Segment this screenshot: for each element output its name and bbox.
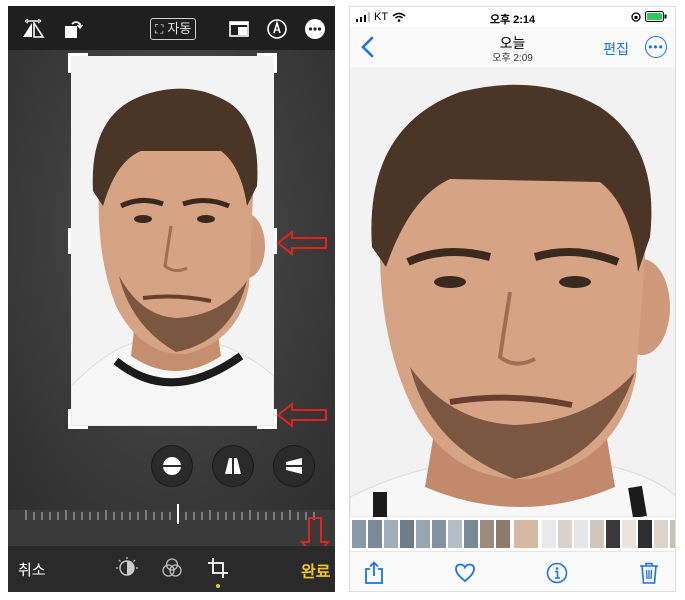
battery-indicator: [631, 11, 667, 22]
thumbnail[interactable]: [448, 520, 462, 548]
heart-icon[interactable]: [453, 561, 477, 585]
thumbnail[interactable]: [384, 520, 398, 548]
photo-editor-panel: ⛶ 자동 취소 완료: [8, 6, 335, 592]
thumbnail[interactable]: [606, 520, 620, 548]
annotation-arrow-left-icon: [276, 230, 327, 256]
horizontal-perspective-button[interactable]: [274, 446, 314, 486]
flip-icon[interactable]: [20, 16, 46, 42]
thumbnail[interactable]: [622, 520, 636, 548]
crop-handle-bottom-left-v[interactable]: [68, 409, 71, 429]
aspect-ratio-icon[interactable]: [226, 16, 252, 42]
thumbnail[interactable]: [654, 520, 668, 548]
auto-crop-button[interactable]: ⛶ 자동: [150, 18, 197, 40]
rotate-icon[interactable]: [60, 16, 86, 42]
thumbnail[interactable]: [400, 520, 414, 548]
markup-icon[interactable]: [264, 16, 290, 42]
rotation-dial[interactable]: [24, 500, 320, 526]
crop-handle-top-right-v[interactable]: [274, 53, 277, 73]
thumbnail[interactable]: [464, 520, 478, 548]
straighten-icon: [162, 457, 182, 475]
vertical-perspective-button[interactable]: [213, 446, 253, 486]
thumbnail[interactable]: [638, 520, 652, 548]
auto-crop-icon: ⛶: [155, 22, 164, 36]
thumbnail[interactable]: [670, 520, 675, 548]
thumbnail[interactable]: [590, 520, 604, 548]
crop-preview-image[interactable]: [71, 56, 274, 426]
annotation-arrow-left-icon: [276, 402, 327, 428]
thumbnail[interactable]: [542, 520, 556, 548]
thumbnail[interactable]: [496, 520, 510, 548]
crop-handle-top-left-v[interactable]: [68, 53, 71, 73]
thumbnail[interactable]: [368, 520, 382, 548]
thumbnail[interactable]: [352, 520, 366, 548]
crop-handle-bottom-left[interactable]: [68, 426, 88, 429]
done-button[interactable]: 완료: [301, 558, 330, 582]
navigation-bar: 오늘 오후 2:09 편집 •••: [350, 27, 675, 68]
thumbnail[interactable]: [480, 520, 494, 548]
vertical-perspective-icon: [225, 456, 241, 476]
adjust-icon[interactable]: [115, 556, 139, 580]
crop-handle-top-left[interactable]: [68, 53, 88, 56]
crop-handle-left[interactable]: [68, 228, 71, 254]
active-tool-indicator: [216, 584, 220, 588]
photo-viewer-panel: KT 오후 2:14 오늘 오후 2:09 편집 •••: [349, 6, 676, 592]
more-icon[interactable]: •••: [645, 36, 667, 58]
auto-crop-label: 자동: [167, 21, 192, 36]
straighten-button[interactable]: [152, 446, 192, 486]
viewer-bottom-bar: [350, 551, 675, 591]
info-icon[interactable]: [545, 561, 569, 585]
crop-icon[interactable]: [206, 556, 230, 580]
status-bar: KT 오후 2:14: [350, 7, 675, 27]
orientation-lock-icon: [631, 11, 641, 22]
editor-toolbar: ⛶ 자동: [8, 6, 335, 50]
thumbnail[interactable]: [432, 520, 446, 548]
full-photo[interactable]: [350, 67, 675, 517]
thumbnail-selected[interactable]: [512, 520, 540, 548]
filters-icon[interactable]: [160, 556, 184, 580]
more-icon[interactable]: [302, 16, 328, 42]
status-time: 오후 2:14: [489, 14, 536, 26]
horizontal-perspective-icon: [284, 458, 304, 474]
editor-bottom-bar: 취소 완료: [8, 546, 335, 592]
edit-button[interactable]: 편집: [603, 39, 629, 59]
thumbnail[interactable]: [558, 520, 572, 548]
trash-icon[interactable]: [637, 561, 661, 585]
thumbnail-strip[interactable]: [350, 520, 675, 548]
thumbnail[interactable]: [574, 520, 588, 548]
battery-icon: [645, 11, 667, 22]
cancel-button[interactable]: 취소: [18, 559, 46, 580]
share-icon[interactable]: [362, 561, 386, 585]
thumbnail[interactable]: [416, 520, 430, 548]
